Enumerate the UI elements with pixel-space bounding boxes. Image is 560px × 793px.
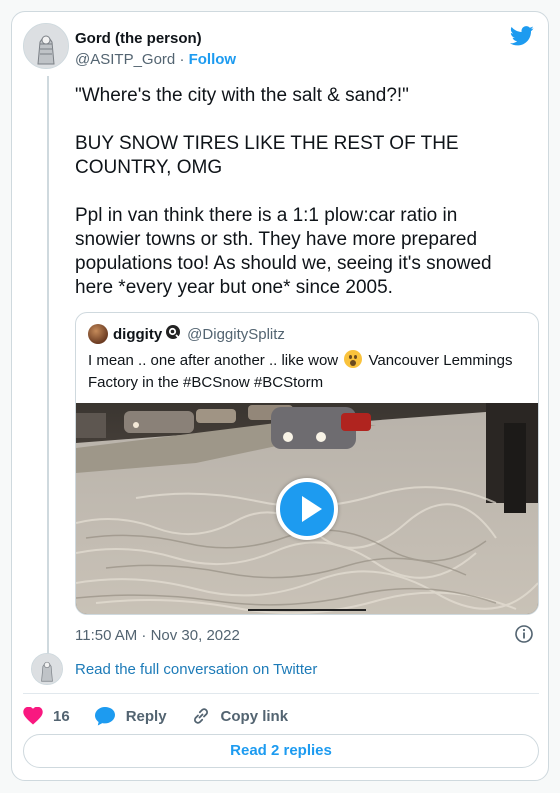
author-meta: @ASITP_Gord · Follow [75, 50, 236, 70]
quoted-tweet[interactable]: diggity @DiggitySplitz I mean .. one aft… [75, 312, 539, 615]
follow-button[interactable]: Follow [189, 51, 237, 68]
tweet-card: Gord (the person) @ASITP_Gord · Follow "… [11, 11, 549, 781]
reply-label: Reply [125, 707, 167, 725]
like-button[interactable]: 16 [23, 707, 70, 725]
tweet-text: "Where's the city with the salt & sand?!… [75, 85, 492, 298]
eye-icon [165, 324, 181, 344]
link-icon [193, 708, 208, 724]
quoted-author-name: diggity [113, 325, 163, 343]
read-replies-button[interactable]: Read 2 replies [23, 734, 539, 768]
like-count: 16 [53, 707, 70, 725]
twitter-bird-icon[interactable] [509, 26, 534, 51]
video-progress-bar[interactable] [248, 609, 366, 611]
divider [23, 693, 539, 694]
thread-line [47, 76, 49, 654]
quoted-text-part-1: I mean .. one after another .. like wow [88, 352, 339, 369]
quoted-author-avatar [88, 324, 108, 344]
quoted-tweet-header: diggity @DiggitySplitz [88, 324, 285, 344]
read-conversation-link[interactable]: Read the full conversation on Twitter [75, 660, 317, 680]
reply-button[interactable]: Reply [94, 706, 167, 726]
play-icon[interactable] [276, 478, 338, 540]
small-author-avatar [31, 653, 63, 685]
author-avatar[interactable] [23, 23, 69, 69]
video-thumbnail[interactable] [76, 403, 538, 614]
heart-icon [23, 707, 43, 725]
copy-link-button[interactable]: Copy link [191, 706, 289, 726]
quoted-tweet-text: I mean .. one after another .. like wow … [88, 350, 528, 394]
action-bar: 16 Reply Copy link [23, 702, 312, 730]
astonished-face-icon [344, 350, 363, 368]
author-name[interactable]: Gord (the person) [75, 29, 236, 49]
author-block: Gord (the person) @ASITP_Gord · Follow [75, 29, 236, 70]
copy-link-label: Copy link [220, 707, 289, 725]
tweet-timestamp[interactable]: 11:50 AM · Nov 30, 2022 [75, 626, 240, 646]
author-handle[interactable]: @ASITP_Gord [75, 51, 175, 68]
reply-icon [94, 707, 115, 726]
info-icon[interactable] [514, 624, 534, 649]
quoted-author-handle: @DiggitySplitz [187, 325, 285, 343]
meta-separator: · [179, 51, 185, 68]
